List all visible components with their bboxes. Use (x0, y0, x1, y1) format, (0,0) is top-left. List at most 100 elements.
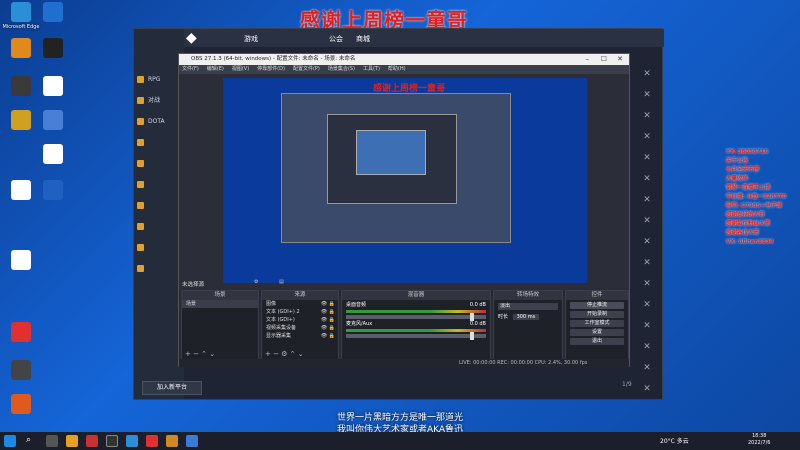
client-sidebar-item[interactable]: RPG (134, 69, 184, 90)
clock-time[interactable]: 18:38 (752, 433, 766, 439)
obs-control-button[interactable]: 停止推流 (570, 302, 624, 309)
client-logo-icon: ◆ (186, 30, 197, 46)
search-icon[interactable]: ⌕ (26, 435, 38, 447)
transition-select[interactable]: 淡出 (498, 303, 558, 310)
source-item[interactable]: 视频采集设备 👁 🔒 (262, 324, 338, 332)
source-item-label: 文本 (GDI+) 2 (266, 309, 300, 315)
close-icon[interactable]: ✕ (632, 342, 662, 363)
obs-taskbar-icon[interactable] (106, 435, 118, 447)
volume-slider[interactable] (346, 332, 486, 340)
transition-duration-field[interactable]: 300 ms (512, 314, 540, 320)
obs-menu-item[interactable]: 场景集合(S) (328, 66, 355, 72)
client-sidebar-item[interactable] (134, 174, 184, 195)
obs-menu-item[interactable]: 帮助(H) (388, 66, 406, 72)
visibility-lock-icon[interactable]: 👁 🔒 (321, 300, 335, 308)
close-icon[interactable]: ✕ (632, 258, 662, 279)
source-item[interactable]: 图像 👁 🔒 (262, 300, 338, 308)
volume-slider[interactable] (346, 313, 486, 321)
client-sidebar-item[interactable] (134, 153, 184, 174)
desktop-icon[interactable] (2, 322, 40, 344)
client-sidebar-item[interactable] (134, 237, 184, 258)
source-item-label: 显示器采集 (266, 333, 292, 339)
visibility-lock-icon[interactable]: 👁 🔒 (321, 316, 335, 324)
obs-menu-item[interactable]: 配置文件(P) (293, 66, 320, 72)
close-icon[interactable]: ✕ (632, 216, 662, 237)
volume-slider-handle[interactable] (470, 332, 474, 340)
client-sidebar-item[interactable] (134, 258, 184, 279)
tab-guild[interactable]: 公会 (329, 34, 343, 44)
task-view-icon[interactable] (46, 435, 58, 447)
visibility-lock-icon[interactable]: 👁 🔒 (321, 324, 335, 332)
source-item[interactable]: 文本 (GDI+) 👁 🔒 (262, 316, 338, 324)
properties-gear-icon[interactable]: ⚙ (254, 279, 258, 285)
close-icon[interactable]: ✕ (632, 90, 662, 111)
edge-taskbar-icon[interactable] (126, 435, 138, 447)
filters-icon[interactable]: ▤ (279, 279, 284, 285)
maximize-icon[interactable]: ☐ (601, 54, 607, 65)
source-item[interactable]: 显示器采集 👁 🔒 (262, 332, 338, 340)
obs-preview[interactable]: 感谢上周榜一童哥 (223, 78, 587, 283)
obs-menu-item[interactable]: 停靠部件(D) (257, 66, 285, 72)
desktop-app-icon (43, 144, 63, 164)
desktop-icon[interactable] (34, 76, 72, 98)
obs-menu-item[interactable]: 视图(V) (232, 66, 249, 72)
game-icon (137, 265, 144, 272)
close-icon[interactable]: ✕ (632, 384, 662, 405)
obs-control-button[interactable]: 设置 (570, 329, 624, 336)
close-icon[interactable]: ✕ (632, 132, 662, 153)
close-icon[interactable]: ✕ (632, 153, 662, 174)
client-sidebar-item[interactable] (134, 216, 184, 237)
taskbar-app-icon-4[interactable] (186, 435, 198, 447)
desktop-app-icon (11, 322, 31, 342)
taskbar-app-icon-3[interactable] (166, 435, 178, 447)
obs-control-button[interactable]: 开始录制 (570, 311, 624, 318)
close-icon[interactable]: ✕ (632, 237, 662, 258)
obs-status-bar: LIVE: 00:00:00 REC: 00:00:00 CPU: 2.4%, … (179, 359, 629, 367)
source-controls[interactable]: + − ⚙ ⌃ ⌄ (265, 350, 304, 358)
close-icon[interactable]: ✕ (632, 111, 662, 132)
close-icon[interactable]: ✕ (632, 69, 662, 90)
visibility-lock-icon[interactable]: 👁 🔒 (321, 308, 335, 316)
clock-date[interactable]: 2022/7/6 (748, 440, 770, 446)
mixer-channel-db: 0.0 dB (469, 302, 486, 308)
scenes-panel: 场景 场景 + − ⌃ ⌄ (181, 290, 259, 360)
taskbar-app-icon-2[interactable] (146, 435, 158, 447)
obs-control-button[interactable]: 退出 (570, 338, 624, 345)
desktop-icon[interactable] (2, 360, 40, 382)
visibility-lock-icon[interactable]: 👁 🔒 (321, 332, 335, 340)
obs-menu-item[interactable]: 文件(F) (182, 66, 199, 72)
desktop-icon[interactable] (34, 38, 72, 60)
desktop-icon[interactable] (34, 180, 72, 202)
close-icon[interactable]: ✕ (617, 54, 623, 65)
source-item[interactable]: 文本 (GDI+) 2 👁 🔒 (262, 308, 338, 316)
minimize-icon[interactable]: – (586, 54, 590, 65)
scene-item[interactable]: 场景 (182, 300, 258, 308)
obs-menu-item[interactable]: 编辑(E) (207, 66, 224, 72)
file-explorer-icon[interactable] (66, 435, 78, 447)
client-sidebar-item[interactable] (134, 195, 184, 216)
tab-games[interactable]: 游戏 (244, 34, 258, 44)
weather-text[interactable]: 20°C 多云 (660, 436, 689, 445)
close-icon[interactable]: ✕ (632, 174, 662, 195)
desktop-icon[interactable] (34, 2, 72, 24)
tab-store[interactable]: 商城 (356, 34, 370, 44)
client-sidebar-item[interactable] (134, 132, 184, 153)
scene-controls[interactable]: + − ⌃ ⌄ (185, 350, 215, 358)
windows-start-icon[interactable] (4, 435, 16, 447)
close-icon[interactable]: ✕ (632, 279, 662, 300)
client-sidebar-item[interactable]: DOTA (134, 111, 184, 132)
desktop-icon[interactable] (2, 250, 40, 272)
desktop-icon[interactable] (34, 110, 72, 132)
obs-control-button[interactable]: 工作室模式 (570, 320, 624, 327)
close-icon[interactable]: ✕ (632, 300, 662, 321)
source-item-label: 视频采集设备 (266, 325, 297, 331)
obs-menu-item[interactable]: 工具(T) (363, 66, 380, 72)
close-icon[interactable]: ✕ (632, 321, 662, 342)
volume-slider-handle[interactable] (470, 313, 474, 321)
close-icon[interactable]: ✕ (632, 363, 662, 384)
taskbar-app-icon[interactable] (86, 435, 98, 447)
desktop-icon[interactable] (34, 144, 72, 166)
client-sidebar-item[interactable]: 对战 (134, 90, 184, 111)
close-icon[interactable]: ✕ (632, 195, 662, 216)
join-platform-button[interactable]: 加入新平台 (142, 381, 202, 395)
